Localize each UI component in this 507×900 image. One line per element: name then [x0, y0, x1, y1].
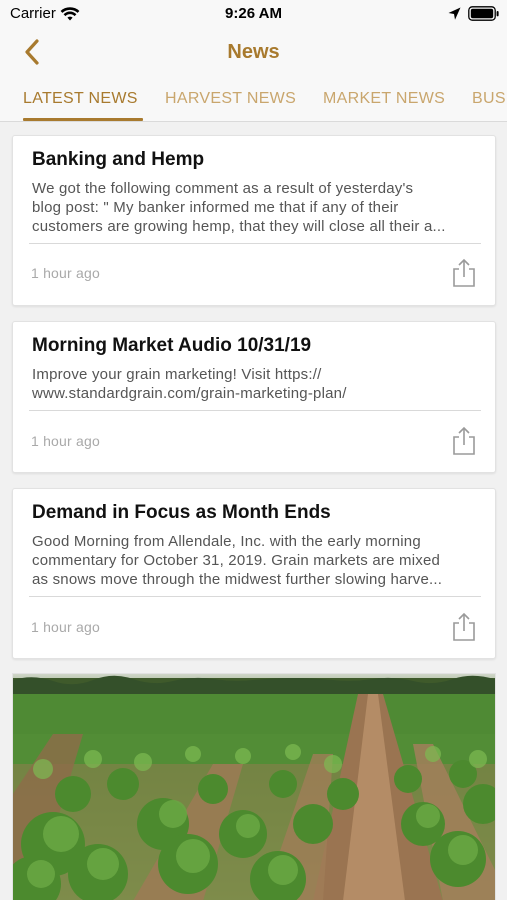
news-card[interactable]: Demand in Focus as Month Ends Good Morni…: [12, 488, 496, 659]
excerpt-line: blog post: " My banker informed me that …: [32, 199, 399, 216]
excerpt-line: We got the following comment as a result…: [32, 180, 414, 197]
excerpt-line: Good Morning from Allendale, Inc. with t…: [32, 533, 421, 550]
card-divider: [29, 410, 481, 411]
share-icon: [451, 612, 477, 646]
article-title: Morning Market Audio 10/31/19: [32, 335, 312, 356]
article-excerpt: We got the following comment as a result…: [32, 179, 482, 236]
card-divider: [29, 243, 481, 244]
share-button[interactable]: [451, 612, 477, 642]
news-card[interactable]: Banking and Hemp We got the following co…: [12, 135, 496, 306]
article-excerpt: Improve your grain marketing! Visit http…: [32, 365, 482, 403]
location-arrow-icon: [448, 7, 461, 26]
battery-icon: [468, 6, 500, 27]
card-divider: [29, 596, 481, 597]
news-card[interactable]: Morning Market Audio 10/31/19 Improve yo…: [12, 321, 496, 473]
tab-latest-news[interactable]: LATEST NEWS: [23, 90, 138, 108]
share-button[interactable]: [451, 258, 477, 288]
hemp-field-image: [13, 674, 495, 900]
article-excerpt: Good Morning from Allendale, Inc. with t…: [32, 532, 482, 589]
share-button[interactable]: [451, 426, 477, 456]
share-icon: [451, 258, 477, 292]
excerpt-line: as snows move through the midwest furthe…: [32, 571, 443, 588]
excerpt-line: commentary for October 31, 2019. Grain m…: [32, 552, 441, 569]
navigation-bar: News: [0, 30, 507, 78]
tab-bar: LATEST NEWS HARVEST NEWS MARKET NEWS BUS: [0, 78, 507, 122]
status-time: 9:26 AM: [225, 5, 282, 22]
article-timestamp: 1 hour ago: [31, 265, 100, 281]
excerpt-line: www.standardgrain.com/grain-marketing-pl…: [32, 385, 347, 402]
article-title: Banking and Hemp: [32, 149, 205, 170]
page-title: News: [227, 41, 280, 63]
tab-harvest-news[interactable]: HARVEST NEWS: [165, 90, 296, 108]
tab-business-news[interactable]: BUS: [472, 90, 506, 108]
article-image[interactable]: [12, 673, 496, 900]
share-icon: [451, 426, 477, 460]
active-tab-indicator: [23, 118, 143, 121]
excerpt-line: customers are growing hemp, that they wi…: [32, 218, 446, 235]
article-timestamp: 1 hour ago: [31, 433, 100, 449]
article-title: Demand in Focus as Month Ends: [32, 502, 331, 523]
tab-market-news[interactable]: MARKET NEWS: [323, 90, 445, 108]
header: Carrier 9:26 AM News LATEST NEWS HARVEST…: [0, 0, 507, 122]
article-timestamp: 1 hour ago: [31, 619, 100, 635]
excerpt-line: Improve your grain marketing! Visit http…: [32, 366, 322, 383]
status-bar: Carrier 9:26 AM: [0, 0, 507, 30]
